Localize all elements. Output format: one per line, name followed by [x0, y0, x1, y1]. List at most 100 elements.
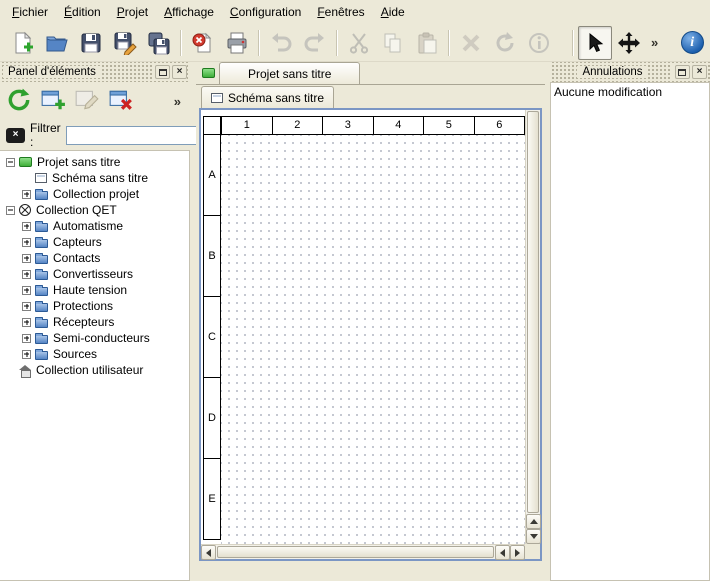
cut-icon — [347, 31, 371, 55]
pan-mode-button[interactable] — [612, 26, 646, 60]
menu-fichier[interactable]: Fichier — [4, 1, 56, 23]
edit-element-button[interactable] — [72, 86, 102, 116]
diagram-tab-bar: Schéma sans titre — [199, 85, 542, 108]
float-panel-button[interactable] — [675, 65, 690, 79]
close-project-button[interactable] — [186, 26, 220, 60]
tree-item-contacts[interactable]: Contacts — [0, 250, 189, 266]
tree-item-automatisme[interactable]: Automatisme — [0, 218, 189, 234]
filter-label: Filtrer : — [30, 121, 61, 149]
about-qet-button[interactable]: i — [675, 26, 709, 60]
print-button[interactable] — [220, 26, 254, 60]
tree-item-label: Protections — [52, 299, 113, 313]
close-panel-button[interactable]: × — [172, 65, 187, 79]
expander-closed-icon[interactable] — [22, 270, 31, 279]
rotate-button[interactable] — [488, 26, 522, 60]
tree-item-recepteurs[interactable]: Récepteurs — [0, 314, 189, 330]
tree-item-collection-qet[interactable]: Collection QET — [0, 202, 189, 218]
scroll-up-button[interactable] — [526, 514, 541, 529]
undo-panel-title: Annulations — [577, 66, 647, 78]
scroll-left-button-2[interactable] — [495, 545, 510, 560]
tree-item-collection-projet[interactable]: Collection projet — [0, 186, 189, 202]
print-icon — [225, 31, 249, 55]
new-element-button[interactable] — [38, 86, 68, 116]
vertical-scrollbar-thumb[interactable] — [527, 111, 539, 513]
tree-item-projet-sans-titre[interactable]: Projet sans titre — [0, 154, 189, 170]
scroll-left-button[interactable] — [201, 545, 216, 560]
reload-collections-icon — [6, 87, 32, 116]
horizontal-scrollbar[interactable] — [201, 544, 525, 559]
horizontal-scrollbar-track[interactable] — [216, 545, 495, 559]
column-header: 3 — [322, 117, 373, 134]
tree-item-schema-sans-titre[interactable]: Schéma sans titre — [0, 170, 189, 186]
tree-item-haute-tension[interactable]: Haute tension — [0, 282, 189, 298]
cut-button[interactable] — [342, 26, 376, 60]
tree-item-sources[interactable]: Sources — [0, 346, 189, 362]
expander-closed-icon[interactable] — [22, 334, 31, 343]
tree-item-collection-utilisateur[interactable]: Collection utilisateur — [0, 362, 189, 378]
undo-button[interactable] — [264, 26, 298, 60]
elements-panel-titlebar[interactable]: Panel d'éléments × — [0, 62, 190, 82]
toolbar-overflow-chevron-icon[interactable]: » — [646, 35, 663, 50]
row-header: A — [203, 135, 221, 216]
scroll-down-button[interactable] — [526, 529, 541, 544]
expander-closed-icon[interactable] — [22, 238, 31, 247]
menu-configuration[interactable]: Configuration — [222, 1, 309, 23]
project-tab[interactable]: Projet sans titre — [219, 62, 360, 84]
select-mode-button[interactable] — [578, 26, 612, 60]
delete-button[interactable] — [454, 26, 488, 60]
open-project-button[interactable] — [40, 26, 74, 60]
paste-button[interactable] — [410, 26, 444, 60]
undo-history-list[interactable]: Aucune modification — [550, 82, 710, 581]
expander-closed-icon[interactable] — [22, 318, 31, 327]
diagram-canvas[interactable] — [221, 135, 525, 544]
close-panel-button[interactable]: × — [692, 65, 707, 79]
tree-item-convertisseurs[interactable]: Convertisseurs — [0, 266, 189, 282]
menu-edition[interactable]: Édition — [56, 1, 109, 23]
scroll-right-button[interactable] — [510, 545, 525, 560]
expander-closed-icon[interactable] — [22, 254, 31, 263]
save-button[interactable] — [74, 26, 108, 60]
tree-item-protections[interactable]: Protections — [0, 298, 189, 314]
expander-open-icon[interactable] — [6, 206, 15, 215]
elements-tree: Projet sans titre Schéma sans titre Coll… — [0, 150, 190, 581]
expander-closed-icon[interactable] — [22, 302, 31, 311]
undo-panel-titlebar[interactable]: Annulations × — [550, 62, 710, 82]
copy-button[interactable] — [376, 26, 410, 60]
edit-element-icon — [74, 87, 100, 116]
tree-item-capteurs[interactable]: Capteurs — [0, 234, 189, 250]
tree-item-label: Sources — [52, 347, 97, 361]
clear-filter-button[interactable]: × — [6, 128, 25, 143]
menu-aide[interactable]: Aide — [373, 1, 413, 23]
delete-element-button[interactable] — [106, 86, 136, 116]
project-window-icon[interactable] — [202, 68, 215, 78]
toolbar-separator — [572, 30, 574, 56]
menu-projet[interactable]: Projet — [109, 1, 156, 23]
folder-icon — [35, 223, 48, 232]
expander-closed-icon[interactable] — [22, 350, 31, 359]
expander-closed-icon[interactable] — [22, 222, 31, 231]
select-mode-icon — [583, 31, 607, 55]
column-header: 2 — [272, 117, 323, 134]
expander-closed-icon[interactable] — [22, 286, 31, 295]
float-panel-button[interactable] — [155, 65, 170, 79]
save-all-button[interactable] — [142, 26, 176, 60]
vertical-scrollbar-track[interactable] — [526, 110, 540, 514]
element-info-button[interactable] — [522, 26, 556, 60]
tree-item-label: Récepteurs — [52, 315, 114, 329]
diagram-tab[interactable]: Schéma sans titre — [201, 86, 334, 108]
expander-open-icon[interactable] — [6, 158, 15, 167]
expander-closed-icon[interactable] — [22, 190, 31, 199]
horizontal-scrollbar-thumb[interactable] — [217, 546, 494, 558]
row-header: E — [203, 459, 221, 540]
column-header: 6 — [474, 117, 525, 134]
new-project-icon — [11, 31, 35, 55]
new-project-button[interactable] — [6, 26, 40, 60]
save-as-button[interactable] — [108, 26, 142, 60]
vertical-scrollbar[interactable] — [525, 110, 540, 544]
panel-overflow-chevron-icon[interactable]: » — [169, 94, 186, 109]
menu-affichage[interactable]: Affichage — [156, 1, 222, 23]
menu-fenetres[interactable]: Fenêtres — [309, 1, 372, 23]
redo-button[interactable] — [298, 26, 332, 60]
tree-item-semi-conducteurs[interactable]: Semi-conducteurs — [0, 330, 189, 346]
reload-collections-button[interactable] — [4, 86, 34, 116]
